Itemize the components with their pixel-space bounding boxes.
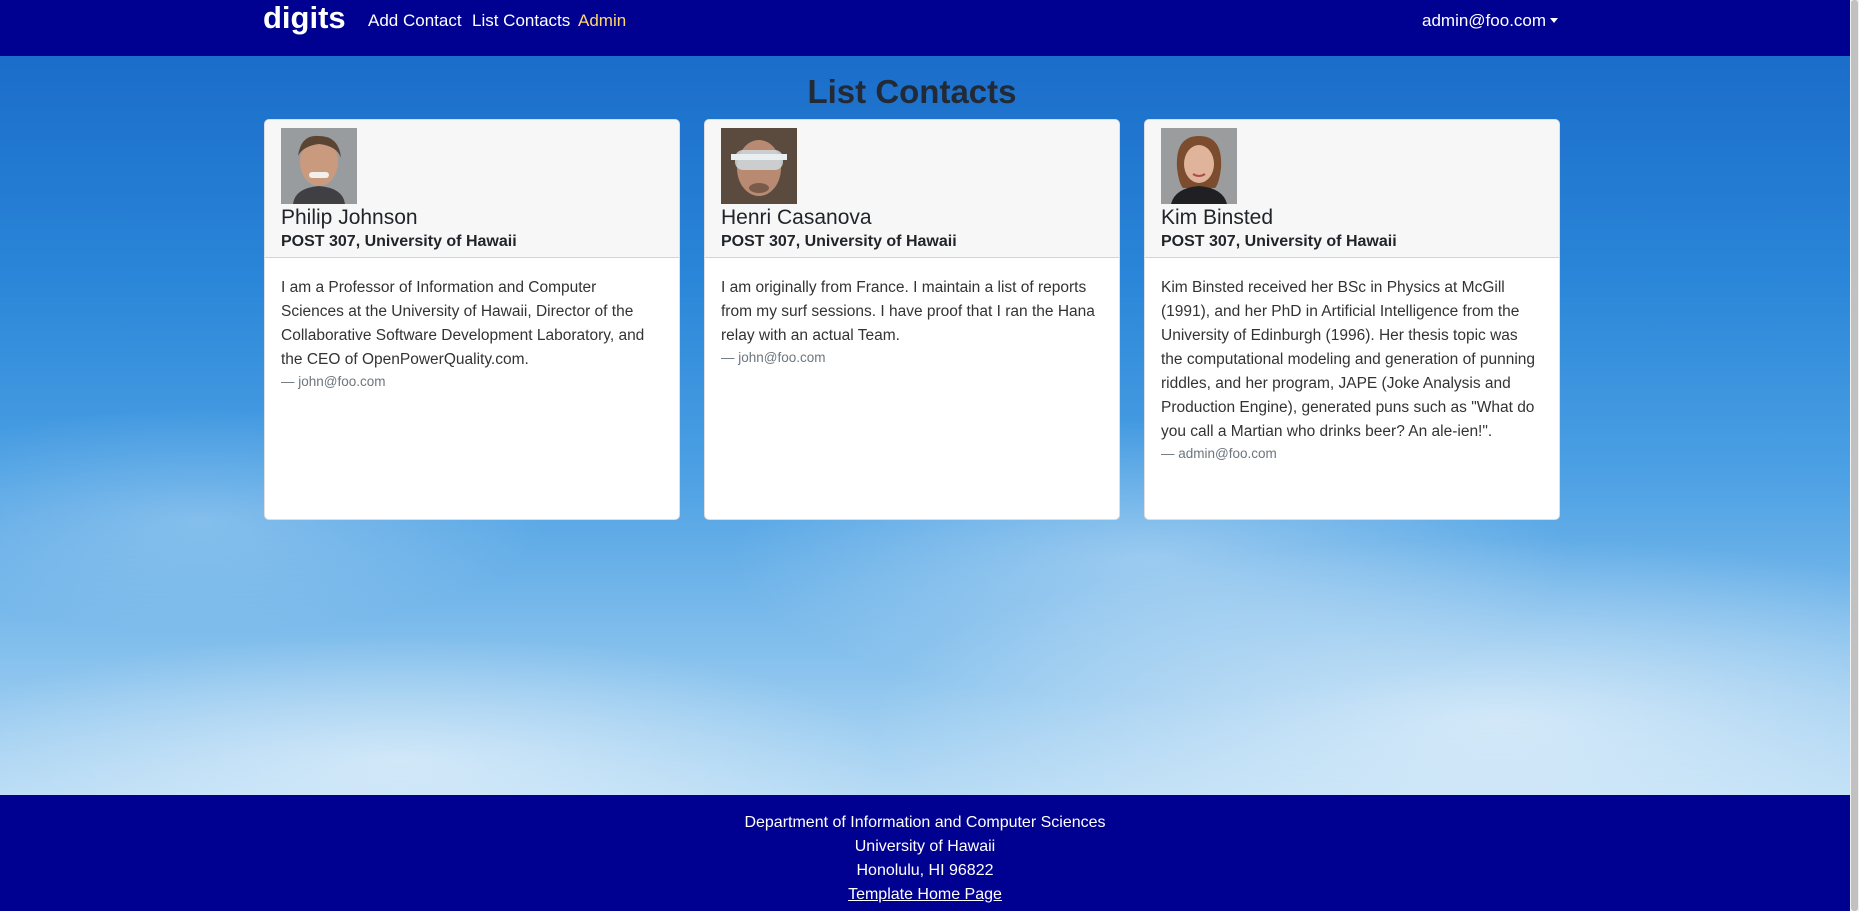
scrollbar[interactable] [1850, 0, 1859, 911]
contact-owner: — john@foo.com [721, 350, 826, 365]
footer-university: University of Hawaii [854, 838, 996, 855]
avatar [281, 128, 357, 204]
contact-name: Henri Casanova [721, 206, 872, 229]
user-dropdown[interactable]: admin@foo.com [1422, 11, 1559, 31]
card-body: I am a Professor of Information and Comp… [265, 258, 679, 392]
page: digits Add Contact List Contacts Admin a… [0, 0, 1850, 911]
card-header: Kim Binsted POST 307, University of Hawa… [1145, 120, 1559, 258]
contact-name: Philip Johnson [281, 206, 418, 229]
contact-description: Kim Binsted received her BSc in Physics … [1161, 279, 1535, 440]
footer-department: Department of Information and Computer S… [744, 814, 1106, 831]
avatar [721, 128, 797, 204]
card-body: I am originally from France. I maintain … [705, 258, 1119, 368]
contact-owner: — admin@foo.com [1161, 446, 1277, 461]
contact-description: I am a Professor of Information and Comp… [281, 279, 645, 368]
card-body: Kim Binsted received her BSc in Physics … [1145, 258, 1559, 464]
user-email: admin@foo.com [1422, 11, 1547, 30]
contact-address: POST 307, University of Hawaii [281, 233, 517, 250]
nav-admin[interactable]: Admin [578, 11, 626, 31]
page-title: List Contacts [807, 73, 1017, 110]
footer-city: Honolulu, HI 96822 [856, 862, 994, 879]
contact-owner: — john@foo.com [281, 374, 386, 389]
footer-template-link[interactable]: Template Home Page [0, 883, 1850, 907]
nav-list-contacts[interactable]: List Contacts [472, 11, 570, 31]
contact-card: Philip Johnson POST 307, University of H… [264, 119, 680, 520]
contact-name: Kim Binsted [1161, 206, 1274, 229]
contact-card: Kim Binsted POST 307, University of Hawa… [1144, 119, 1560, 520]
contact-description: I am originally from France. I maintain … [721, 279, 1095, 344]
card-header: Philip Johnson POST 307, University of H… [265, 120, 679, 258]
nav-add-contact[interactable]: Add Contact [368, 11, 462, 31]
contact-address: POST 307, University of Hawaii [721, 233, 957, 250]
footer: Department of Information and Computer S… [0, 795, 1850, 911]
caret-down-icon [1550, 18, 1559, 23]
avatar [1161, 128, 1237, 204]
brand-logo[interactable]: digits [263, 0, 346, 36]
card-header: Henri Casanova POST 307, University of H… [705, 120, 1119, 258]
scrollbar-thumb[interactable] [1851, 0, 1858, 911]
navbar: digits Add Contact List Contacts Admin a… [0, 0, 1850, 56]
contact-address: POST 307, University of Hawaii [1161, 233, 1397, 250]
contact-card: Henri Casanova POST 307, University of H… [704, 119, 1120, 520]
